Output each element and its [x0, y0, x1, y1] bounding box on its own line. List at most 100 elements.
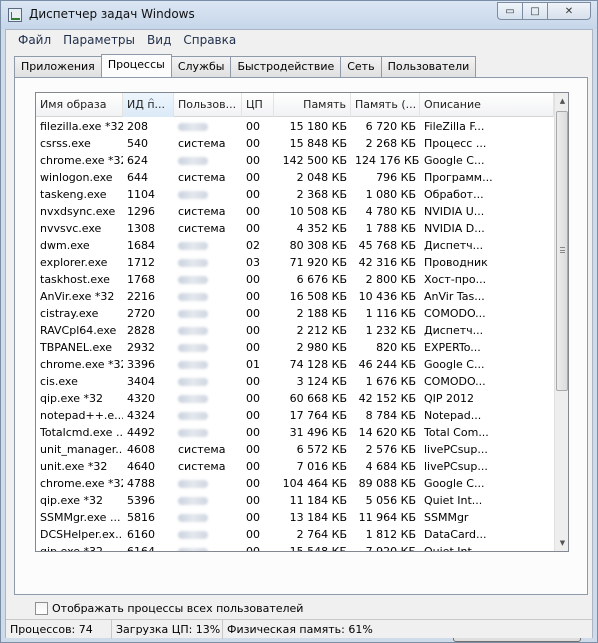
- scroll-down-icon[interactable]: ▼: [555, 535, 568, 551]
- cell-user: система: [178, 137, 226, 150]
- column-image-name[interactable]: Имя образа: [36, 93, 123, 117]
- cell-memory: 80 308 КБ: [289, 239, 347, 252]
- table-row[interactable]: DCSHelper.ex... 6160 00 2 764 КБ 1 812 КБ Dat…: [36, 526, 554, 543]
- cell-cpu: 00: [246, 222, 260, 235]
- column-memory-private[interactable]: Память (...: [351, 93, 420, 117]
- table-row[interactable]: nvxdsync.exe 1296 система 00 10 508 КБ 4 780 …: [36, 203, 554, 220]
- table-row[interactable]: chrome.exe *32 624 00 142 500 КБ 124 176 КБ G…: [36, 152, 554, 169]
- table-row[interactable]: qip.exe *32 4320 00 60 668 КБ 42 152 КБ QIP 2…: [36, 390, 554, 407]
- menu-options[interactable]: Параметры: [57, 33, 141, 47]
- scroll-thumb[interactable]: [556, 111, 568, 391]
- table-row[interactable]: taskhost.exe 1768 00 6 676 КБ 2 800 КБ Хост-п…: [36, 271, 554, 288]
- cell-image-name: qip.exe *32: [40, 545, 104, 552]
- status-cpu-usage: Загрузка ЦП: 13%: [112, 620, 223, 639]
- table-row[interactable]: SSMMgr.exe ... 5816 00 13 184 КБ 11 964 КБ SS…: [36, 509, 554, 526]
- menu-help[interactable]: Справка: [177, 33, 242, 47]
- cell-cpu: 00: [246, 188, 260, 201]
- cell-image-name: chrome.exe *32: [40, 477, 123, 490]
- cell-description: livePCsup...: [424, 443, 488, 456]
- table-row[interactable]: dwm.exe 1684 02 80 308 КБ 45 768 КБ Диспетч..…: [36, 237, 554, 254]
- redacted-username: [178, 548, 208, 551]
- column-cpu[interactable]: ЦП: [242, 93, 274, 117]
- cell-description: FileZilla F...: [424, 120, 485, 133]
- cell-image-name: filezilla.exe *32: [40, 120, 123, 133]
- cell-pid: 208: [127, 120, 148, 133]
- vertical-scrollbar[interactable]: ▲ ▼: [554, 93, 568, 551]
- title-bar[interactable]: Диспетчер задач Windows ▭ □ ✕: [1, 1, 597, 29]
- cell-cpu: 00: [246, 273, 260, 286]
- cell-memory-private: 7 920 КБ: [365, 545, 416, 552]
- table-row[interactable]: winlogon.exe 644 система 00 2 048 КБ 796 КБ Пр…: [36, 169, 554, 186]
- menu-file[interactable]: Файл: [12, 33, 57, 47]
- table-row[interactable]: qip.exe *32 6164 00 15 548 КБ 7 920 КБ Quiet …: [36, 543, 554, 552]
- maximize-button[interactable]: □: [522, 2, 548, 20]
- cell-image-name: unit_manager...: [40, 443, 123, 456]
- scroll-up-icon[interactable]: ▲: [555, 93, 568, 109]
- tab-processes[interactable]: Процессы: [100, 54, 172, 77]
- tab-performance[interactable]: Быстродействие: [230, 56, 342, 77]
- cell-pid: 540: [127, 137, 148, 150]
- column-user[interactable]: Пользов...: [174, 93, 242, 117]
- show-all-users-checkbox[interactable]: [35, 602, 48, 615]
- cell-description: SSMMgr: [424, 511, 469, 524]
- cell-image-name: chrome.exe *32: [40, 358, 123, 371]
- table-row[interactable]: csrss.exe 540 система 00 15 848 КБ 2 268 КБ Пр…: [36, 135, 554, 152]
- cell-memory: 17 764 КБ: [289, 409, 347, 422]
- cell-pid: 4608: [127, 443, 155, 456]
- table-row[interactable]: unit_manager... 4608 система 00 6 572 КБ 2 57…: [36, 441, 554, 458]
- redacted-username: [178, 412, 208, 420]
- table-row[interactable]: qip.exe *32 5396 00 11 184 КБ 5 056 КБ Quiet …: [36, 492, 554, 509]
- status-bar: Процессов: 74 Загрузка ЦП: 13% Физическа…: [6, 619, 592, 639]
- cell-user: система: [178, 460, 226, 473]
- cell-user: [174, 526, 242, 543]
- tab-services[interactable]: Службы: [170, 56, 232, 77]
- cell-memory: 3 124 КБ: [296, 375, 347, 388]
- tab-users[interactable]: Пользователи: [380, 56, 477, 77]
- table-row[interactable]: unit.exe *32 4640 система 00 7 016 КБ 4 684 К…: [36, 458, 554, 475]
- cell-memory: 11 184 КБ: [289, 494, 347, 507]
- table-row[interactable]: RAVCpl64.exe 2828 00 2 212 КБ 1 232 КБ Диспет…: [36, 322, 554, 339]
- redacted-username: [178, 310, 208, 318]
- menu-view[interactable]: Вид: [141, 33, 177, 47]
- cell-description: Google C...: [424, 358, 485, 371]
- cell-memory: 6 572 КБ: [296, 443, 347, 456]
- show-all-users-option[interactable]: Отображать процессы всех пользователей: [35, 602, 303, 615]
- processes-panel: Имя образа ^ ИД п... Пользов... ЦП Память…: [14, 77, 588, 642]
- cell-image-name: Totalcmd.exe ...: [40, 426, 123, 439]
- column-pid[interactable]: ^ ИД п...: [123, 93, 174, 117]
- tab-applications[interactable]: Приложения: [14, 56, 102, 77]
- cell-pid: 3396: [127, 358, 155, 371]
- table-row[interactable]: explorer.exe 1712 03 71 920 КБ 42 316 КБ Пров…: [36, 254, 554, 271]
- cell-image-name: cis.exe: [40, 375, 78, 388]
- table-row[interactable]: chrome.exe *32 3396 01 74 128 КБ 46 244 КБ Go…: [36, 356, 554, 373]
- column-description[interactable]: Описание: [420, 93, 554, 117]
- table-row[interactable]: nvvsvc.exe 1308 система 00 4 352 КБ 1 788 КБ N…: [36, 220, 554, 237]
- cell-memory-private: 10 436 КБ: [358, 290, 416, 303]
- cell-memory: 13 184 КБ: [289, 511, 347, 524]
- task-manager-window: Диспетчер задач Windows ▭ □ ✕ Файл Парам…: [0, 0, 598, 643]
- table-row[interactable]: TBPANEL.exe 2932 00 2 980 КБ 820 КБ EXPERTo..…: [36, 339, 554, 356]
- table-row[interactable]: cistray.exe 2720 00 2 188 КБ 1 116 КБ COMODO.…: [36, 305, 554, 322]
- cell-cpu: 00: [246, 392, 260, 405]
- redacted-username: [178, 361, 208, 369]
- cell-memory-private: 4 684 КБ: [365, 460, 416, 473]
- table-row[interactable]: Totalcmd.exe ... 4492 00 31 496 КБ 14 620 КБ…: [36, 424, 554, 441]
- minimize-button[interactable]: ▭: [497, 2, 523, 20]
- table-row[interactable]: taskeng.exe 1104 00 2 368 КБ 1 080 КБ Обработ…: [36, 186, 554, 203]
- table-row[interactable]: notepad++.e... 4324 00 17 764 КБ 8 784 КБ Not…: [36, 407, 554, 424]
- tab-networking[interactable]: Сеть: [340, 56, 382, 77]
- cell-memory: 4 352 КБ: [296, 222, 347, 235]
- table-row[interactable]: chrome.exe *32 4788 00 104 464 КБ 89 088 КБ G…: [36, 475, 554, 492]
- cell-pid: 1308: [127, 222, 155, 235]
- table-row[interactable]: cis.exe 3404 00 3 124 КБ 1 676 КБ COMODO...: [36, 373, 554, 390]
- close-button[interactable]: ✕: [547, 2, 591, 20]
- show-all-users-label: Отображать процессы всех пользователей: [52, 602, 304, 615]
- column-memory[interactable]: Память: [274, 93, 351, 117]
- process-rows: filezilla.exe *32 208 00 15 180 КБ 6 720 КБ F…: [36, 118, 554, 552]
- cell-cpu: 00: [246, 460, 260, 473]
- table-row[interactable]: filezilla.exe *32 208 00 15 180 КБ 6 720 КБ F…: [36, 118, 554, 135]
- cell-cpu: 00: [246, 154, 260, 167]
- table-row[interactable]: AnVir.exe *32 2216 00 16 508 КБ 10 436 КБ AnV…: [36, 288, 554, 305]
- cell-description: DataCard...: [424, 528, 487, 541]
- maximize-icon: □: [530, 5, 540, 17]
